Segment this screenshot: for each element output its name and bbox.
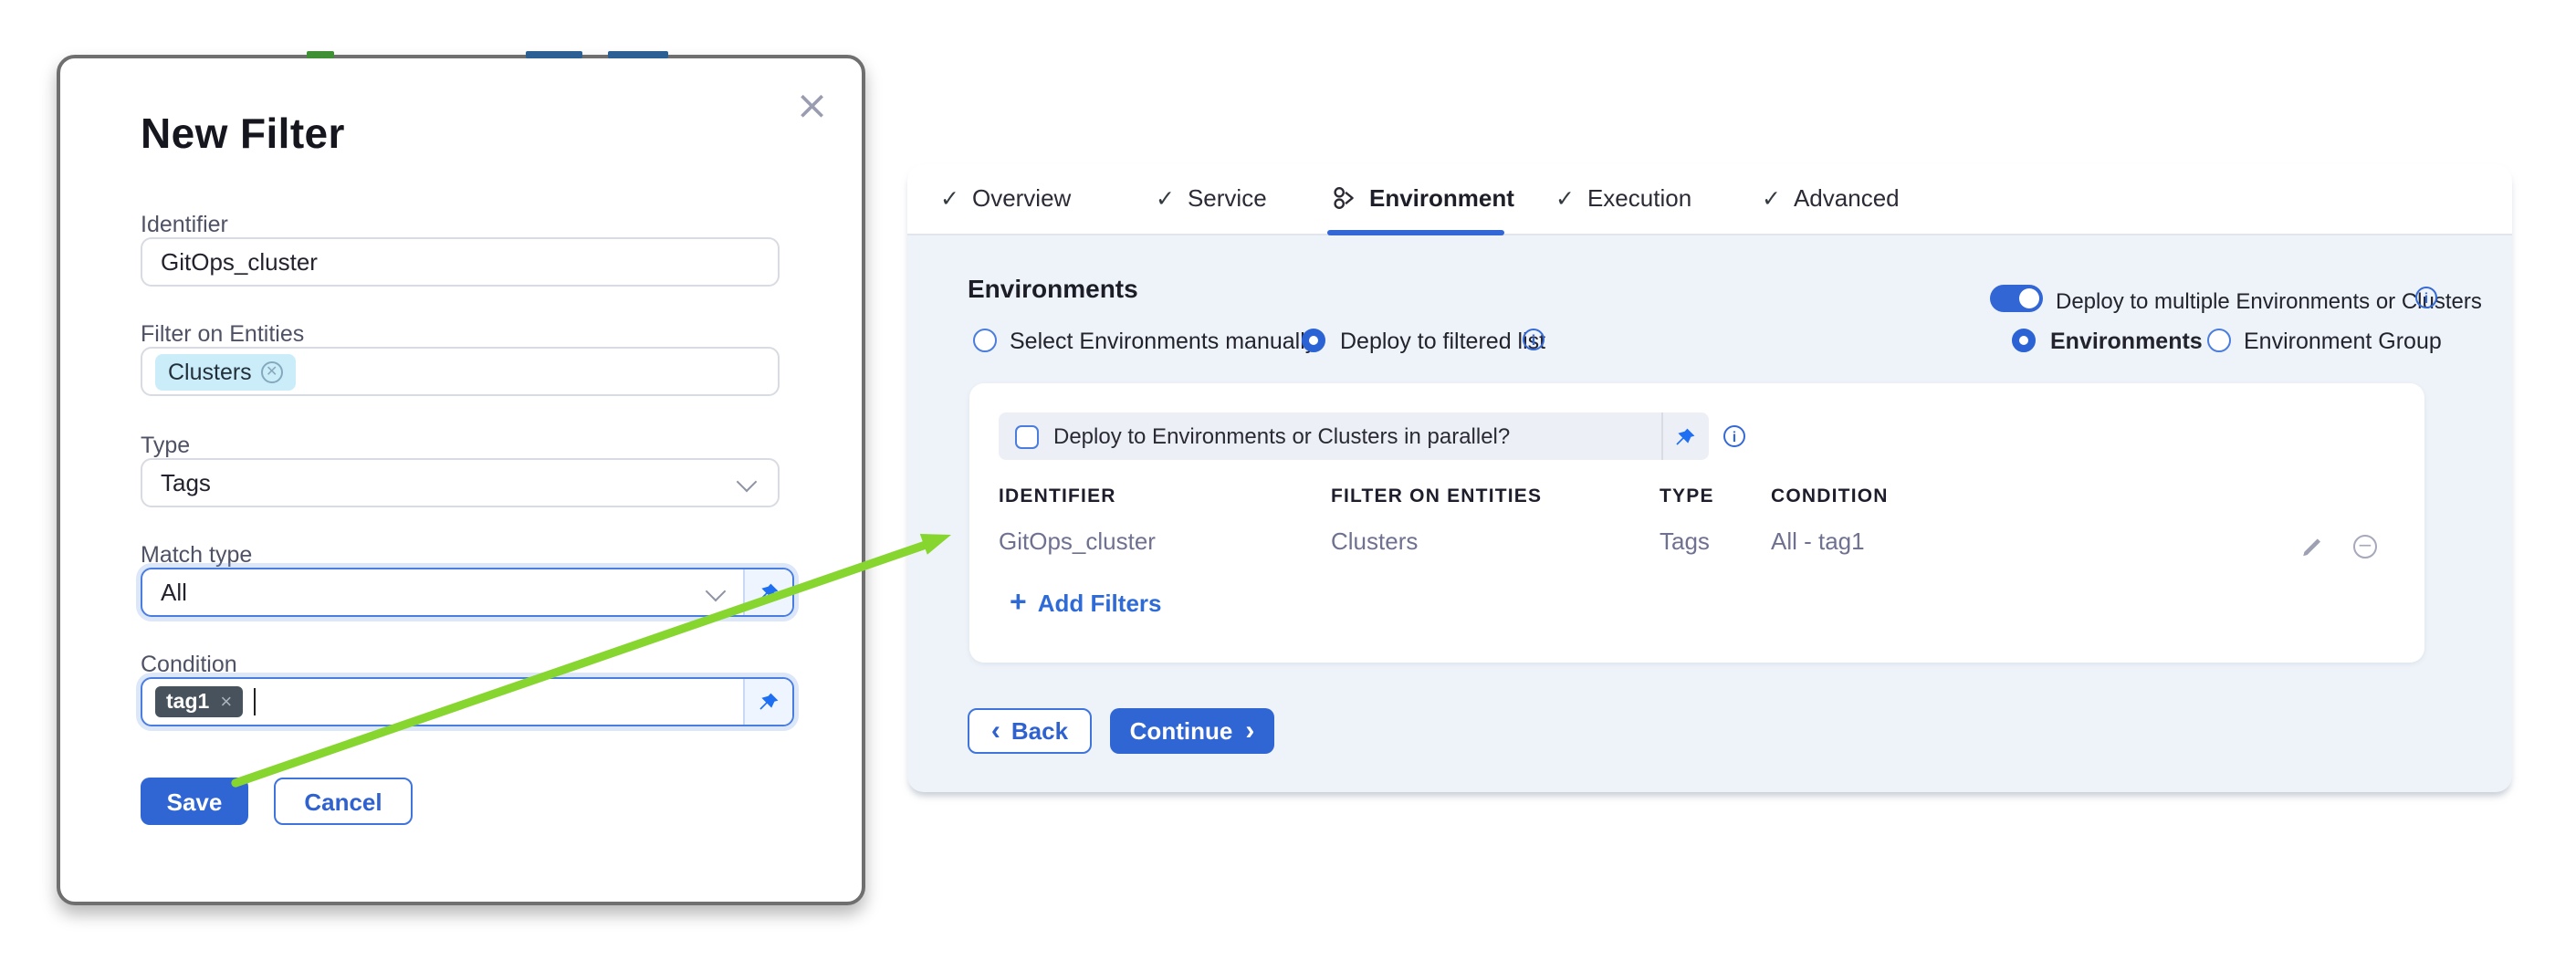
tab-label: Service [1188, 184, 1267, 212]
remove-filter-button[interactable]: − [2353, 535, 2377, 559]
condition-input[interactable]: tag1 × [141, 677, 794, 726]
check-icon: ✓ [1762, 184, 1781, 212]
radio-label: Deploy to filtered list [1340, 329, 1545, 354]
row-entities: Clusters [1331, 527, 1418, 555]
parallel-option-bar: Deploy to Environments or Clusters in pa… [999, 412, 1709, 460]
modal-title: New Filter [141, 110, 345, 159]
pin-icon [758, 691, 780, 713]
radio-label: Select Environments manually [1010, 329, 1316, 354]
environments-heading: Environments [968, 274, 1138, 303]
info-icon[interactable]: i [1523, 329, 1545, 350]
identifier-value: GitOps_cluster [161, 248, 318, 276]
radio-deploy-to-filtered-list[interactable] [1302, 329, 1325, 352]
col-header-entities: FILTER ON ENTITIES [1331, 486, 1542, 507]
background-fragment-blue-1 [526, 51, 582, 58]
radio-label: Environments [2050, 329, 2203, 354]
pipeline-stage-panel: ✓ Overview ✓ Service Environment ✓ Execu… [907, 164, 2512, 792]
pin-button[interactable] [743, 569, 792, 615]
plus-icon: + [1010, 590, 1027, 616]
match-type-value: All [161, 579, 187, 606]
info-icon[interactable]: i [1723, 425, 1745, 447]
chevron-right-icon: › [1245, 715, 1254, 747]
save-button[interactable]: Save [141, 778, 248, 825]
tab-label: Advanced [1794, 184, 1900, 212]
filter-on-entities-label: Filter on Entities [141, 321, 304, 347]
identifier-input[interactable]: GitOps_cluster [141, 237, 780, 287]
background-fragment-blue-2 [608, 51, 668, 58]
new-filter-modal: New Filter × Identifier GitOps_cluster F… [57, 55, 865, 905]
row-condition: All - tag1 [1771, 527, 1865, 555]
tag1-chip[interactable]: tag1 × [155, 686, 243, 717]
col-header-identifier: IDENTIFIER [999, 486, 1116, 507]
type-select[interactable]: Tags [141, 458, 780, 507]
pin-icon [1674, 427, 1696, 449]
add-filters-label: Add Filters [1038, 590, 1162, 617]
match-type-label: Match type [141, 542, 252, 568]
radio-environment-group[interactable] [2207, 329, 2231, 352]
toggle-knob [2019, 288, 2039, 308]
background-fragment-green [307, 51, 334, 58]
pin-button[interactable] [743, 679, 792, 725]
cancel-button[interactable]: Cancel [274, 778, 413, 825]
pin-button[interactable] [1674, 425, 1696, 458]
add-filters-link[interactable]: + Add Filters [1010, 590, 1162, 617]
text-cursor [254, 688, 256, 715]
filter-on-entities-input[interactable]: Clusters ✕ [141, 347, 780, 396]
close-icon[interactable]: × [795, 88, 829, 128]
identifier-label: Identifier [141, 212, 228, 237]
tab-advanced[interactable]: ✓ Advanced [1762, 164, 1900, 232]
col-header-type: TYPE [1660, 486, 1714, 507]
clusters-chip-label: Clusters [168, 359, 252, 384]
chevron-left-icon: ‹ [991, 715, 1000, 747]
radio-environments[interactable] [2012, 329, 2036, 352]
divider [1661, 412, 1663, 460]
tab-overview[interactable]: ✓ Overview [940, 164, 1071, 232]
radio-label: Environment Group [2244, 329, 2442, 354]
chevron-down-icon [737, 472, 758, 493]
tab-label: Overview [972, 184, 1071, 212]
col-header-condition: CONDITION [1771, 486, 1889, 507]
row-type: Tags [1660, 527, 1710, 555]
screenshot-stage: New Filter × Identifier GitOps_cluster F… [0, 0, 2576, 971]
continue-label: Continue [1130, 717, 1233, 745]
check-icon: ✓ [1156, 184, 1175, 212]
chip-remove-icon[interactable]: ✕ [261, 360, 283, 382]
continue-button[interactable]: Continue › [1110, 708, 1274, 754]
stage-tabbar: ✓ Overview ✓ Service Environment ✓ Execu… [907, 164, 2512, 235]
clusters-chip[interactable]: Clusters ✕ [155, 353, 296, 390]
deploy-multiple-toggle[interactable] [1990, 285, 2043, 312]
tab-label: Environment [1369, 184, 1514, 212]
tag1-chip-label: tag1 [166, 691, 209, 713]
radio-select-environments-manually[interactable] [973, 329, 997, 352]
filters-card: Deploy to Environments or Clusters in pa… [969, 383, 2424, 663]
back-button[interactable]: ‹ Back [968, 708, 1092, 754]
back-label: Back [1011, 717, 1068, 745]
tab-service[interactable]: ✓ Service [1156, 164, 1267, 232]
tab-environment[interactable]: Environment [1333, 164, 1514, 232]
parallel-label: Deploy to Environments or Clusters in pa… [1053, 412, 1510, 460]
row-identifier: GitOps_cluster [999, 527, 1156, 555]
chip-remove-icon[interactable]: × [220, 691, 232, 713]
match-type-select[interactable]: All [141, 568, 794, 617]
tab-execution[interactable]: ✓ Execution [1555, 164, 1691, 232]
environment-icon [1333, 186, 1356, 210]
tab-label: Execution [1587, 184, 1691, 212]
type-value: Tags [161, 469, 211, 496]
pencil-icon [2300, 535, 2324, 559]
info-icon[interactable]: i [2415, 287, 2437, 308]
check-icon: ✓ [940, 184, 959, 212]
parallel-checkbox[interactable] [1015, 424, 1039, 448]
pin-icon [758, 581, 780, 603]
edit-filter-button[interactable] [2300, 535, 2326, 560]
condition-label: Condition [141, 652, 237, 677]
active-tab-underline [1327, 230, 1504, 235]
check-icon: ✓ [1555, 184, 1575, 212]
type-label: Type [141, 433, 190, 458]
chevron-down-icon [706, 581, 727, 602]
